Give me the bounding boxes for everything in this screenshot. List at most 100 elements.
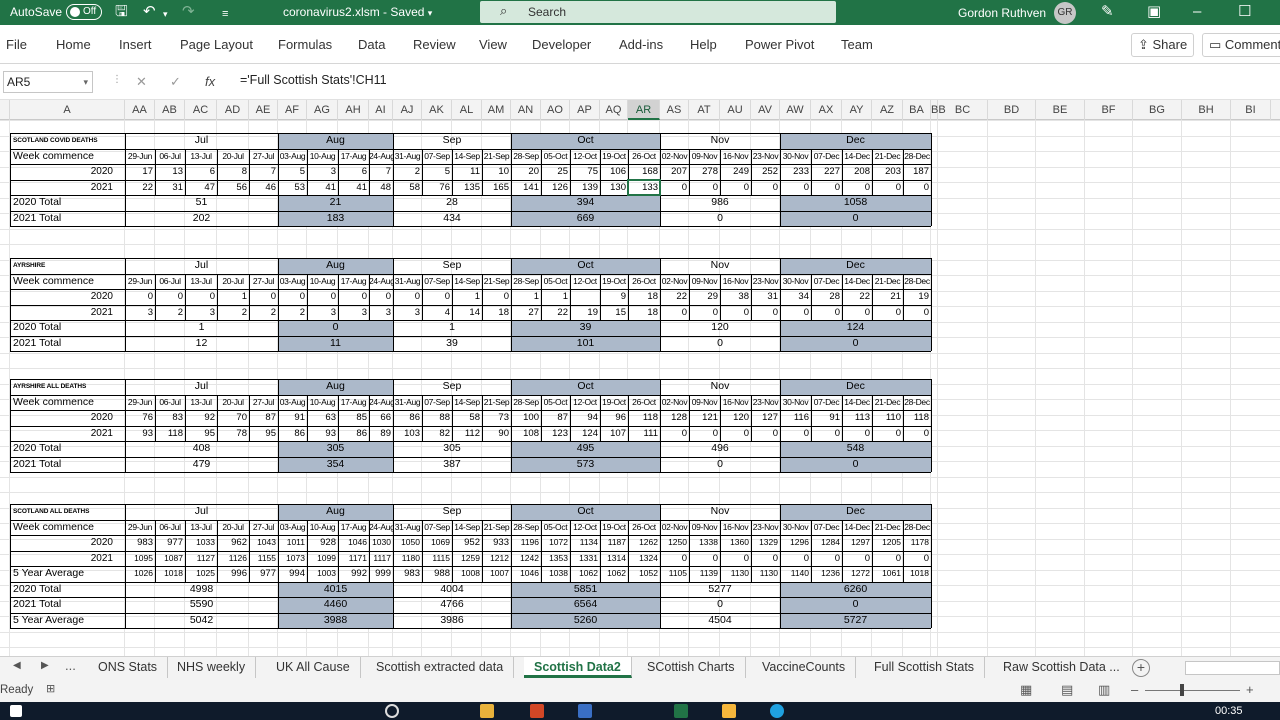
more-sheets[interactable]: ...: [65, 658, 76, 673]
column-header-a[interactable]: A: [10, 100, 125, 120]
week-date[interactable]: 07-Sep: [422, 520, 452, 535]
zoom-in-icon[interactable]: +: [1246, 682, 1254, 697]
total-cell[interactable]: 4766: [393, 597, 511, 612]
data-cell[interactable]: 996: [217, 566, 249, 581]
column-header-bf[interactable]: BF: [1085, 100, 1133, 120]
column-header-aa[interactable]: AA: [125, 100, 155, 120]
search-icon[interactable]: [385, 704, 399, 718]
data-cell[interactable]: 977: [249, 566, 278, 581]
data-cell[interactable]: 1011: [278, 535, 307, 550]
total-cell[interactable]: 4998: [125, 582, 278, 597]
avatar[interactable]: GR: [1054, 2, 1076, 24]
week-date[interactable]: 14-Dec: [842, 520, 872, 535]
column-header-ai[interactable]: AI: [369, 100, 393, 120]
column-header-an[interactable]: AN: [511, 100, 541, 120]
tab-insert[interactable]: Insert: [119, 37, 152, 52]
excel-taskbar-icon[interactable]: [674, 704, 688, 718]
sheet-tab-scottish-data2[interactable]: Scottish Data2: [524, 657, 632, 678]
week-date[interactable]: 21-Sep: [482, 520, 511, 535]
page-layout-view-icon[interactable]: ▤: [1061, 682, 1073, 698]
week-date[interactable]: 19-Oct: [600, 520, 628, 535]
maximize-icon[interactable]: ☐: [1238, 3, 1251, 21]
worksheet-grid[interactable]: SCOTLAND COVID DEATHS Jul Aug Sep Oct Nov Dec W…: [0, 120, 1280, 658]
column-header-ac[interactable]: AC: [185, 100, 217, 120]
tab-team[interactable]: Team: [841, 37, 873, 52]
share-button[interactable]: ⇪ Share: [1131, 33, 1194, 57]
app-icon[interactable]: [722, 704, 736, 718]
chevron-down-icon[interactable]: ▾: [83, 72, 88, 92]
data-cell[interactable]: 999: [369, 566, 393, 581]
data-cell[interactable]: 962: [217, 535, 249, 550]
data-cell[interactable]: 0: [720, 551, 751, 566]
data-cell[interactable]: 1180: [393, 551, 422, 566]
week-date[interactable]: 09-Nov: [689, 520, 720, 535]
add-sheet-button[interactable]: +: [1132, 659, 1150, 677]
data-cell[interactable]: 1353: [541, 551, 570, 566]
total-cell[interactable]: 3986: [393, 613, 511, 628]
column-header-aq[interactable]: AQ: [600, 100, 628, 120]
week-date[interactable]: 17-Aug: [338, 520, 369, 535]
autosave-toggle[interactable]: Off: [66, 4, 102, 20]
week-date[interactable]: 31-Aug: [393, 520, 422, 535]
total-cell[interactable]: 6564: [511, 597, 660, 612]
data-cell[interactable]: 983: [393, 566, 422, 581]
ribbon-display-icon[interactable]: ▣: [1147, 3, 1161, 21]
data-cell[interactable]: 1003: [307, 566, 338, 581]
data-cell[interactable]: 1338: [689, 535, 720, 550]
week-date[interactable]: 23-Nov: [751, 520, 780, 535]
sheet-tab-nhs-weekly[interactable]: NHS weekly: [167, 657, 257, 678]
total-cell[interactable]: 5277: [660, 582, 780, 597]
tab-add-ins[interactable]: Add-ins: [619, 37, 663, 52]
column-header-bg[interactable]: BG: [1133, 100, 1182, 120]
column-header-aw[interactable]: AW: [780, 100, 811, 120]
data-cell[interactable]: 952: [452, 535, 482, 550]
horizontal-scrollbar[interactable]: [1185, 661, 1280, 675]
sheet-tab-full-scottish-stats[interactable]: Full Scottish Stats: [864, 657, 986, 678]
enter-icon[interactable]: ✓: [170, 74, 181, 90]
more-icon[interactable]: ⋮: [112, 74, 122, 85]
formula-input[interactable]: ='Full Scottish Stats'!CH11: [240, 73, 387, 87]
data-cell[interactable]: 1360: [720, 535, 751, 550]
powerpoint-icon[interactable]: [530, 704, 544, 718]
undo-dropdown-icon[interactable]: ▾: [163, 5, 168, 23]
data-cell[interactable]: 1052: [628, 566, 660, 581]
next-sheet-icon[interactable]: ▶: [41, 660, 49, 671]
data-cell[interactable]: 0: [872, 551, 903, 566]
week-date[interactable]: 16-Nov: [720, 520, 751, 535]
undo-icon[interactable]: ↶: [143, 3, 156, 21]
data-cell[interactable]: 1262: [628, 535, 660, 550]
total-cell[interactable]: 4504: [660, 613, 780, 628]
column-header-ao[interactable]: AO: [541, 100, 570, 120]
tab-formulas[interactable]: Formulas: [278, 37, 332, 52]
data-cell[interactable]: 1043: [249, 535, 278, 550]
data-cell[interactable]: 1008: [452, 566, 482, 581]
data-cell[interactable]: 1050: [393, 535, 422, 550]
data-cell[interactable]: 977: [155, 535, 185, 550]
week-date[interactable]: 10-Aug: [307, 520, 338, 535]
data-cell[interactable]: 1272: [842, 566, 872, 581]
data-cell[interactable]: 1046: [338, 535, 369, 550]
zoom-slider[interactable]: [1145, 690, 1240, 691]
data-cell[interactable]: 1073: [278, 551, 307, 566]
data-cell[interactable]: 1117: [369, 551, 393, 566]
week-date[interactable]: 24-Aug: [369, 520, 393, 535]
column-header-at[interactable]: AT: [689, 100, 720, 120]
tab-page-layout[interactable]: Page Layout: [180, 37, 253, 52]
tab-data[interactable]: Data: [358, 37, 385, 52]
data-cell[interactable]: 1331: [570, 551, 600, 566]
column-header-af[interactable]: AF: [278, 100, 307, 120]
sheet-tab-scottish-extracted-data[interactable]: Scottish extracted data: [366, 657, 515, 678]
week-date[interactable]: 30-Nov: [780, 520, 811, 535]
macro-record-icon[interactable]: ⊞: [46, 682, 55, 695]
data-cell[interactable]: 994: [278, 566, 307, 581]
data-cell[interactable]: 1127: [185, 551, 217, 566]
tab-help[interactable]: Help: [690, 37, 717, 52]
total-cell[interactable]: 5851: [511, 582, 660, 597]
data-cell[interactable]: 928: [307, 535, 338, 550]
comments-button[interactable]: ▭ Comments: [1202, 33, 1280, 57]
sheet-tab-raw-scottish-data[interactable]: Raw Scottish Data ...: [993, 657, 1130, 678]
column-header-bc[interactable]: BC: [938, 100, 988, 120]
data-cell[interactable]: 1038: [541, 566, 570, 581]
column-header-av[interactable]: AV: [751, 100, 780, 120]
data-cell[interactable]: 1062: [600, 566, 628, 581]
